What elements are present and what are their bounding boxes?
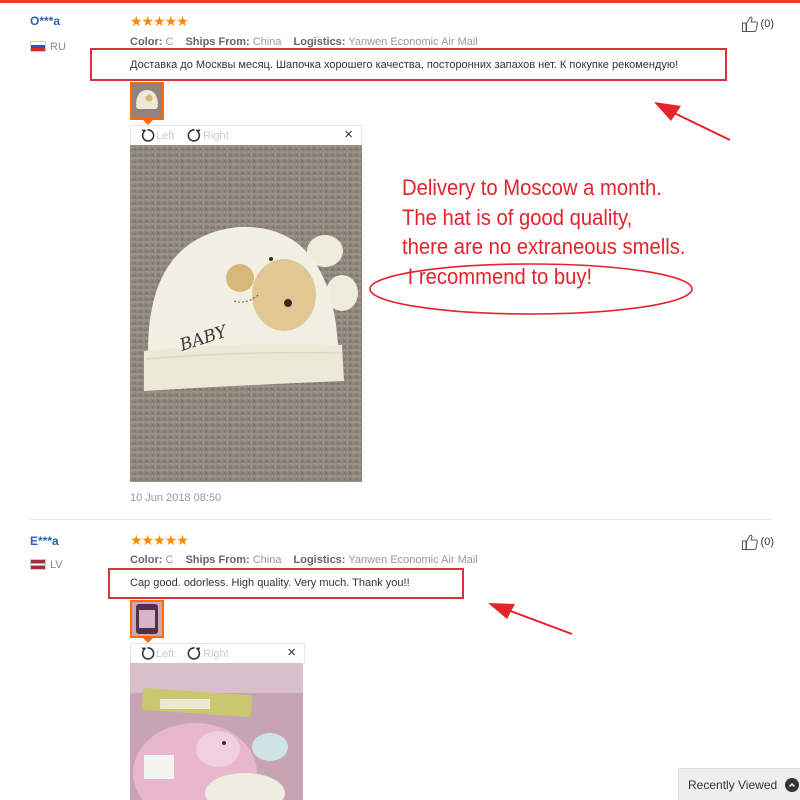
ships-from-label: Ships From:: [185, 554, 250, 566]
review-photo: [130, 663, 303, 800]
image-viewer-toolbar: Left Right ×: [130, 125, 362, 145]
reviewer-country: RU: [50, 41, 66, 53]
color-label: Color:: [130, 554, 163, 566]
order-info: Color: C Ships From: China Logistics: Ya…: [130, 36, 478, 48]
photo-thumbnail[interactable]: [130, 600, 164, 638]
color-value: C: [165, 554, 174, 566]
rotate-right-icon: [187, 647, 201, 660]
rotate-right-label: Right: [203, 647, 229, 660]
star-rating: ★★★★★: [130, 13, 189, 29]
helpful-count: (0): [760, 18, 774, 30]
annotation-line: I recommend to buy!: [402, 263, 593, 289]
rotate-left-icon: [141, 129, 155, 142]
thumbs-up-icon: [741, 16, 758, 32]
rotate-right-button[interactable]: Right: [186, 127, 229, 144]
image-viewer-toolbar: Left Right ×: [130, 643, 305, 663]
ships-from-value: China: [252, 36, 282, 48]
rotate-left-icon: [141, 647, 155, 660]
rotate-left-button[interactable]: Left: [139, 127, 174, 144]
star-rating: ★★★★★: [130, 532, 189, 548]
annotation-line: there are no extraneous smells.: [402, 234, 686, 259]
review-item: E***a LV ★★★★★ Color: C Ships From: Chin…: [0, 520, 800, 800]
logistics-value: Yanwen Economic Air Mail: [348, 36, 478, 48]
logistics-label: Logistics:: [293, 36, 346, 48]
order-info: Color: C Ships From: China Logistics: Ya…: [130, 554, 478, 566]
photo-thumbnail[interactable]: [130, 82, 164, 120]
helpful-count: (0): [760, 536, 774, 548]
annotation-line: Delivery to Moscow a month.: [402, 175, 662, 200]
helpful-button[interactable]: (0): [741, 533, 774, 551]
reviewer-country: LV: [50, 559, 63, 571]
logistics-value: Yanwen Economic Air Mail: [348, 554, 478, 566]
rotate-right-button[interactable]: Right: [186, 645, 229, 662]
rotate-left-label: Left: [156, 647, 175, 660]
thumbs-up-icon: [741, 534, 758, 550]
color-label: Color:: [130, 36, 163, 48]
rotate-left-label: Left: [156, 129, 175, 142]
ships-from-value: China: [252, 554, 282, 566]
recently-viewed-button[interactable]: Recently Viewed: [678, 768, 800, 800]
ships-from-label: Ships From:: [185, 36, 250, 48]
reviewer-name[interactable]: O***a: [30, 14, 60, 28]
reviewer-name[interactable]: E***a: [30, 534, 59, 548]
review-text: Cap good. odorless. High quality. Very m…: [130, 577, 410, 589]
close-viewer-button[interactable]: ×: [287, 644, 296, 662]
close-viewer-button[interactable]: ×: [344, 126, 353, 144]
logistics-label: Logistics:: [293, 554, 346, 566]
country-flag-icon: [30, 41, 46, 52]
review-text: Доставка до Москвы месяц. Шапочка хороше…: [130, 59, 679, 71]
annotation-line: The hat is of good quality,: [402, 204, 633, 230]
rotate-left-button[interactable]: Left: [139, 645, 174, 662]
review-photo: BABY: [130, 145, 362, 482]
chevron-up-icon: [785, 777, 800, 792]
country-flag-icon: [30, 559, 46, 570]
rotate-right-icon: [187, 129, 201, 142]
color-value: C: [165, 36, 174, 48]
rotate-right-label: Right: [203, 129, 229, 142]
recently-viewed-label: Recently Viewed: [688, 777, 778, 792]
review-date: 10 Jun 2018 08:50: [130, 492, 222, 504]
helpful-button[interactable]: (0): [741, 15, 774, 33]
translation-annotation: Delivery to Moscow a month. The hat is o…: [402, 173, 686, 291]
